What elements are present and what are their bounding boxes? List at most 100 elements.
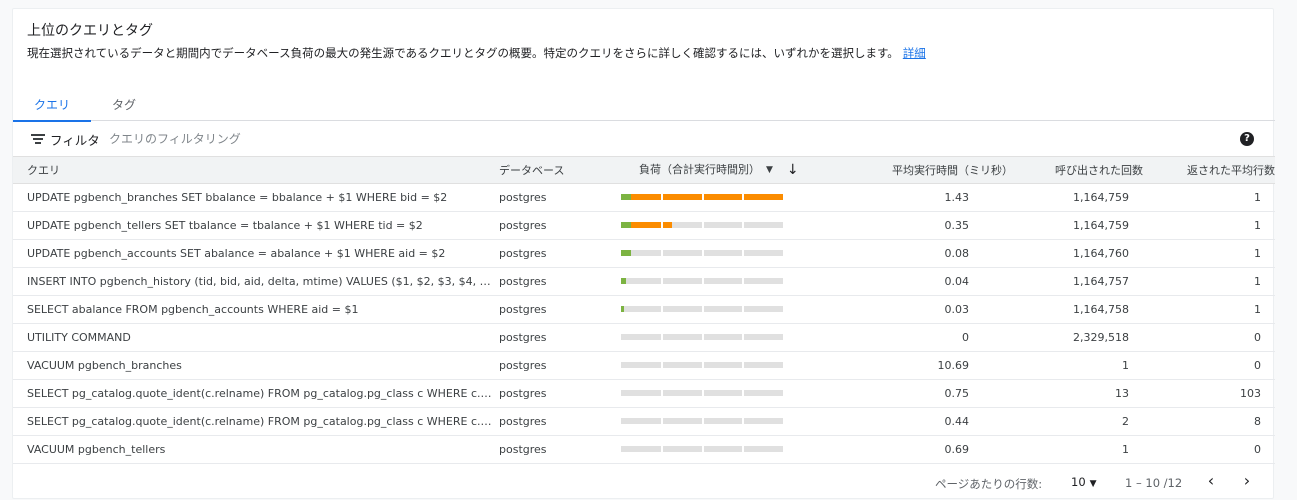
load-bar-separator bbox=[702, 334, 704, 340]
avg-rows-value: 0 bbox=[1143, 435, 1275, 464]
avg-time-value: 0 bbox=[811, 323, 1013, 352]
avg-time-value: 0.04 bbox=[811, 267, 1013, 296]
tab-queries[interactable]: クエリ bbox=[13, 95, 91, 122]
load-bar bbox=[621, 390, 783, 396]
avg-rows-value: 0 bbox=[1143, 323, 1275, 352]
load-bar-separator bbox=[661, 446, 663, 452]
avg-time-value: 0.35 bbox=[811, 211, 1013, 240]
sort-descending-icon[interactable]: ↓ bbox=[787, 162, 799, 178]
load-bar bbox=[621, 362, 783, 368]
database-name: postgres bbox=[493, 267, 611, 296]
dropdown-caret-icon[interactable]: ▼ bbox=[766, 165, 773, 175]
load-bar-separator bbox=[702, 278, 704, 284]
avg-time-value: 0.69 bbox=[811, 435, 1013, 464]
avg-time-value: 0.03 bbox=[811, 295, 1013, 324]
load-bar bbox=[621, 334, 783, 340]
database-name: postgres bbox=[493, 323, 611, 352]
load-cell bbox=[611, 267, 811, 296]
calls-value: 1,164,757 bbox=[1013, 267, 1143, 296]
load-bar-separator bbox=[702, 446, 704, 452]
query-text[interactable]: SELECT abalance FROM pgbench_accounts WH… bbox=[13, 295, 493, 324]
load-bar-separator bbox=[742, 278, 744, 284]
load-bar-separator bbox=[661, 194, 663, 200]
top-queries-table: クエリ データベース 負荷（合計実行時間別） ▼ ↓ 平均実行時間（ミリ秒） 呼び出… bbox=[13, 157, 1275, 464]
query-text[interactable]: SELECT pg_catalog.quote_ident(c.relname)… bbox=[13, 407, 493, 436]
query-text[interactable]: UPDATE pgbench_branches SET bbalance = b… bbox=[13, 183, 493, 212]
database-name: postgres bbox=[493, 351, 611, 380]
load-bar-separator bbox=[702, 194, 704, 200]
load-bar-green-segment bbox=[621, 250, 631, 256]
rows-per-page-select[interactable]: 10 ▼ bbox=[1071, 475, 1097, 489]
column-header-avg-time[interactable]: 平均実行時間（ミリ秒） bbox=[811, 157, 1013, 184]
load-bar-separator bbox=[661, 306, 663, 312]
avg-rows-value: 8 bbox=[1143, 407, 1275, 436]
column-header-query[interactable]: クエリ bbox=[13, 157, 493, 184]
load-cell bbox=[611, 183, 811, 212]
avg-rows-value: 1 bbox=[1143, 267, 1275, 296]
calls-value: 1,164,759 bbox=[1013, 211, 1143, 240]
details-link[interactable]: 詳細 bbox=[903, 46, 926, 60]
load-bar-separator bbox=[742, 362, 744, 368]
chevron-left-icon[interactable]: ‹ bbox=[1199, 470, 1223, 494]
avg-rows-value: 0 bbox=[1143, 351, 1275, 380]
filter-icon[interactable] bbox=[31, 134, 45, 144]
query-text[interactable]: SELECT pg_catalog.quote_ident(c.relname)… bbox=[13, 379, 493, 408]
chevron-right-icon[interactable]: › bbox=[1235, 470, 1259, 494]
load-bar bbox=[621, 418, 783, 424]
query-text[interactable]: UPDATE pgbench_tellers SET tbalance = tb… bbox=[13, 211, 493, 240]
avg-rows-value: 1 bbox=[1143, 239, 1275, 268]
column-header-calls[interactable]: 呼び出された回数 bbox=[1013, 157, 1143, 184]
calls-value: 1 bbox=[1013, 351, 1143, 380]
table-row[interactable]: INSERT INTO pgbench_history (tid, bid, a… bbox=[13, 267, 1275, 296]
load-cell bbox=[611, 351, 811, 380]
load-bar-green-segment bbox=[621, 278, 626, 284]
load-bar-separator bbox=[742, 446, 744, 452]
tab-tags[interactable]: タグ bbox=[91, 95, 157, 121]
table-row[interactable]: SELECT abalance FROM pgbench_accounts WH… bbox=[13, 295, 1275, 324]
query-text[interactable]: UTILITY COMMAND bbox=[13, 323, 493, 352]
filter-label[interactable]: フィルタ bbox=[50, 130, 100, 149]
database-name: postgres bbox=[493, 183, 611, 212]
database-name: postgres bbox=[493, 435, 611, 464]
load-bar-separator bbox=[702, 306, 704, 312]
load-bar bbox=[621, 222, 783, 228]
column-header-database[interactable]: データベース bbox=[493, 157, 611, 184]
table-row[interactable]: SELECT pg_catalog.quote_ident(c.relname)… bbox=[13, 379, 1275, 408]
query-filter-input[interactable] bbox=[109, 128, 709, 150]
load-cell bbox=[611, 379, 811, 408]
avg-rows-value: 1 bbox=[1143, 183, 1275, 212]
help-icon[interactable]: ? bbox=[1240, 132, 1254, 146]
query-text[interactable]: VACUUM pgbench_branches bbox=[13, 351, 493, 380]
table-row[interactable]: VACUUM pgbench_branches postgres 10.69 1 0 bbox=[13, 351, 1275, 380]
table-row[interactable]: UPDATE pgbench_branches SET bbalance = b… bbox=[13, 183, 1275, 212]
table-row[interactable]: VACUUM pgbench_tellers postgres 0.69 1 0 bbox=[13, 435, 1275, 464]
column-header-load[interactable]: 負荷（合計実行時間別） ▼ ↓ bbox=[611, 157, 811, 184]
table-header-row: クエリ データベース 負荷（合計実行時間別） ▼ ↓ 平均実行時間（ミリ秒） 呼び出… bbox=[13, 157, 1275, 184]
load-header-label: 負荷（合計実行時間別） bbox=[639, 163, 760, 177]
table-row[interactable]: UTILITY COMMAND postgres 0 2,329,518 0 bbox=[13, 323, 1275, 352]
load-bar-separator bbox=[661, 278, 663, 284]
load-bar-orange-segment bbox=[631, 222, 672, 228]
query-text[interactable]: VACUUM pgbench_tellers bbox=[13, 435, 493, 464]
load-bar-separator bbox=[661, 362, 663, 368]
calls-value: 2 bbox=[1013, 407, 1143, 436]
database-name: postgres bbox=[493, 407, 611, 436]
avg-time-value: 0.08 bbox=[811, 239, 1013, 268]
load-cell bbox=[611, 295, 811, 324]
load-bar bbox=[621, 278, 783, 284]
database-name: postgres bbox=[493, 295, 611, 324]
column-header-avg-rows[interactable]: 返された平均行数 bbox=[1143, 157, 1275, 184]
query-text[interactable]: INSERT INTO pgbench_history (tid, bid, a… bbox=[13, 267, 493, 296]
load-bar-separator bbox=[742, 334, 744, 340]
load-bar-separator bbox=[742, 418, 744, 424]
table-row[interactable]: UPDATE pgbench_tellers SET tbalance = tb… bbox=[13, 211, 1275, 240]
query-text[interactable]: UPDATE pgbench_accounts SET abalance = a… bbox=[13, 239, 493, 268]
card-title: 上位のクエリとタグ bbox=[27, 23, 153, 39]
load-bar-separator bbox=[742, 390, 744, 396]
table-row[interactable]: SELECT pg_catalog.quote_ident(c.relname)… bbox=[13, 407, 1275, 436]
page-range: 1 – 10 /12 bbox=[1125, 476, 1183, 490]
table-row[interactable]: UPDATE pgbench_accounts SET abalance = a… bbox=[13, 239, 1275, 268]
load-bar-green-segment bbox=[621, 194, 631, 200]
database-name: postgres bbox=[493, 239, 611, 268]
database-name: postgres bbox=[493, 379, 611, 408]
